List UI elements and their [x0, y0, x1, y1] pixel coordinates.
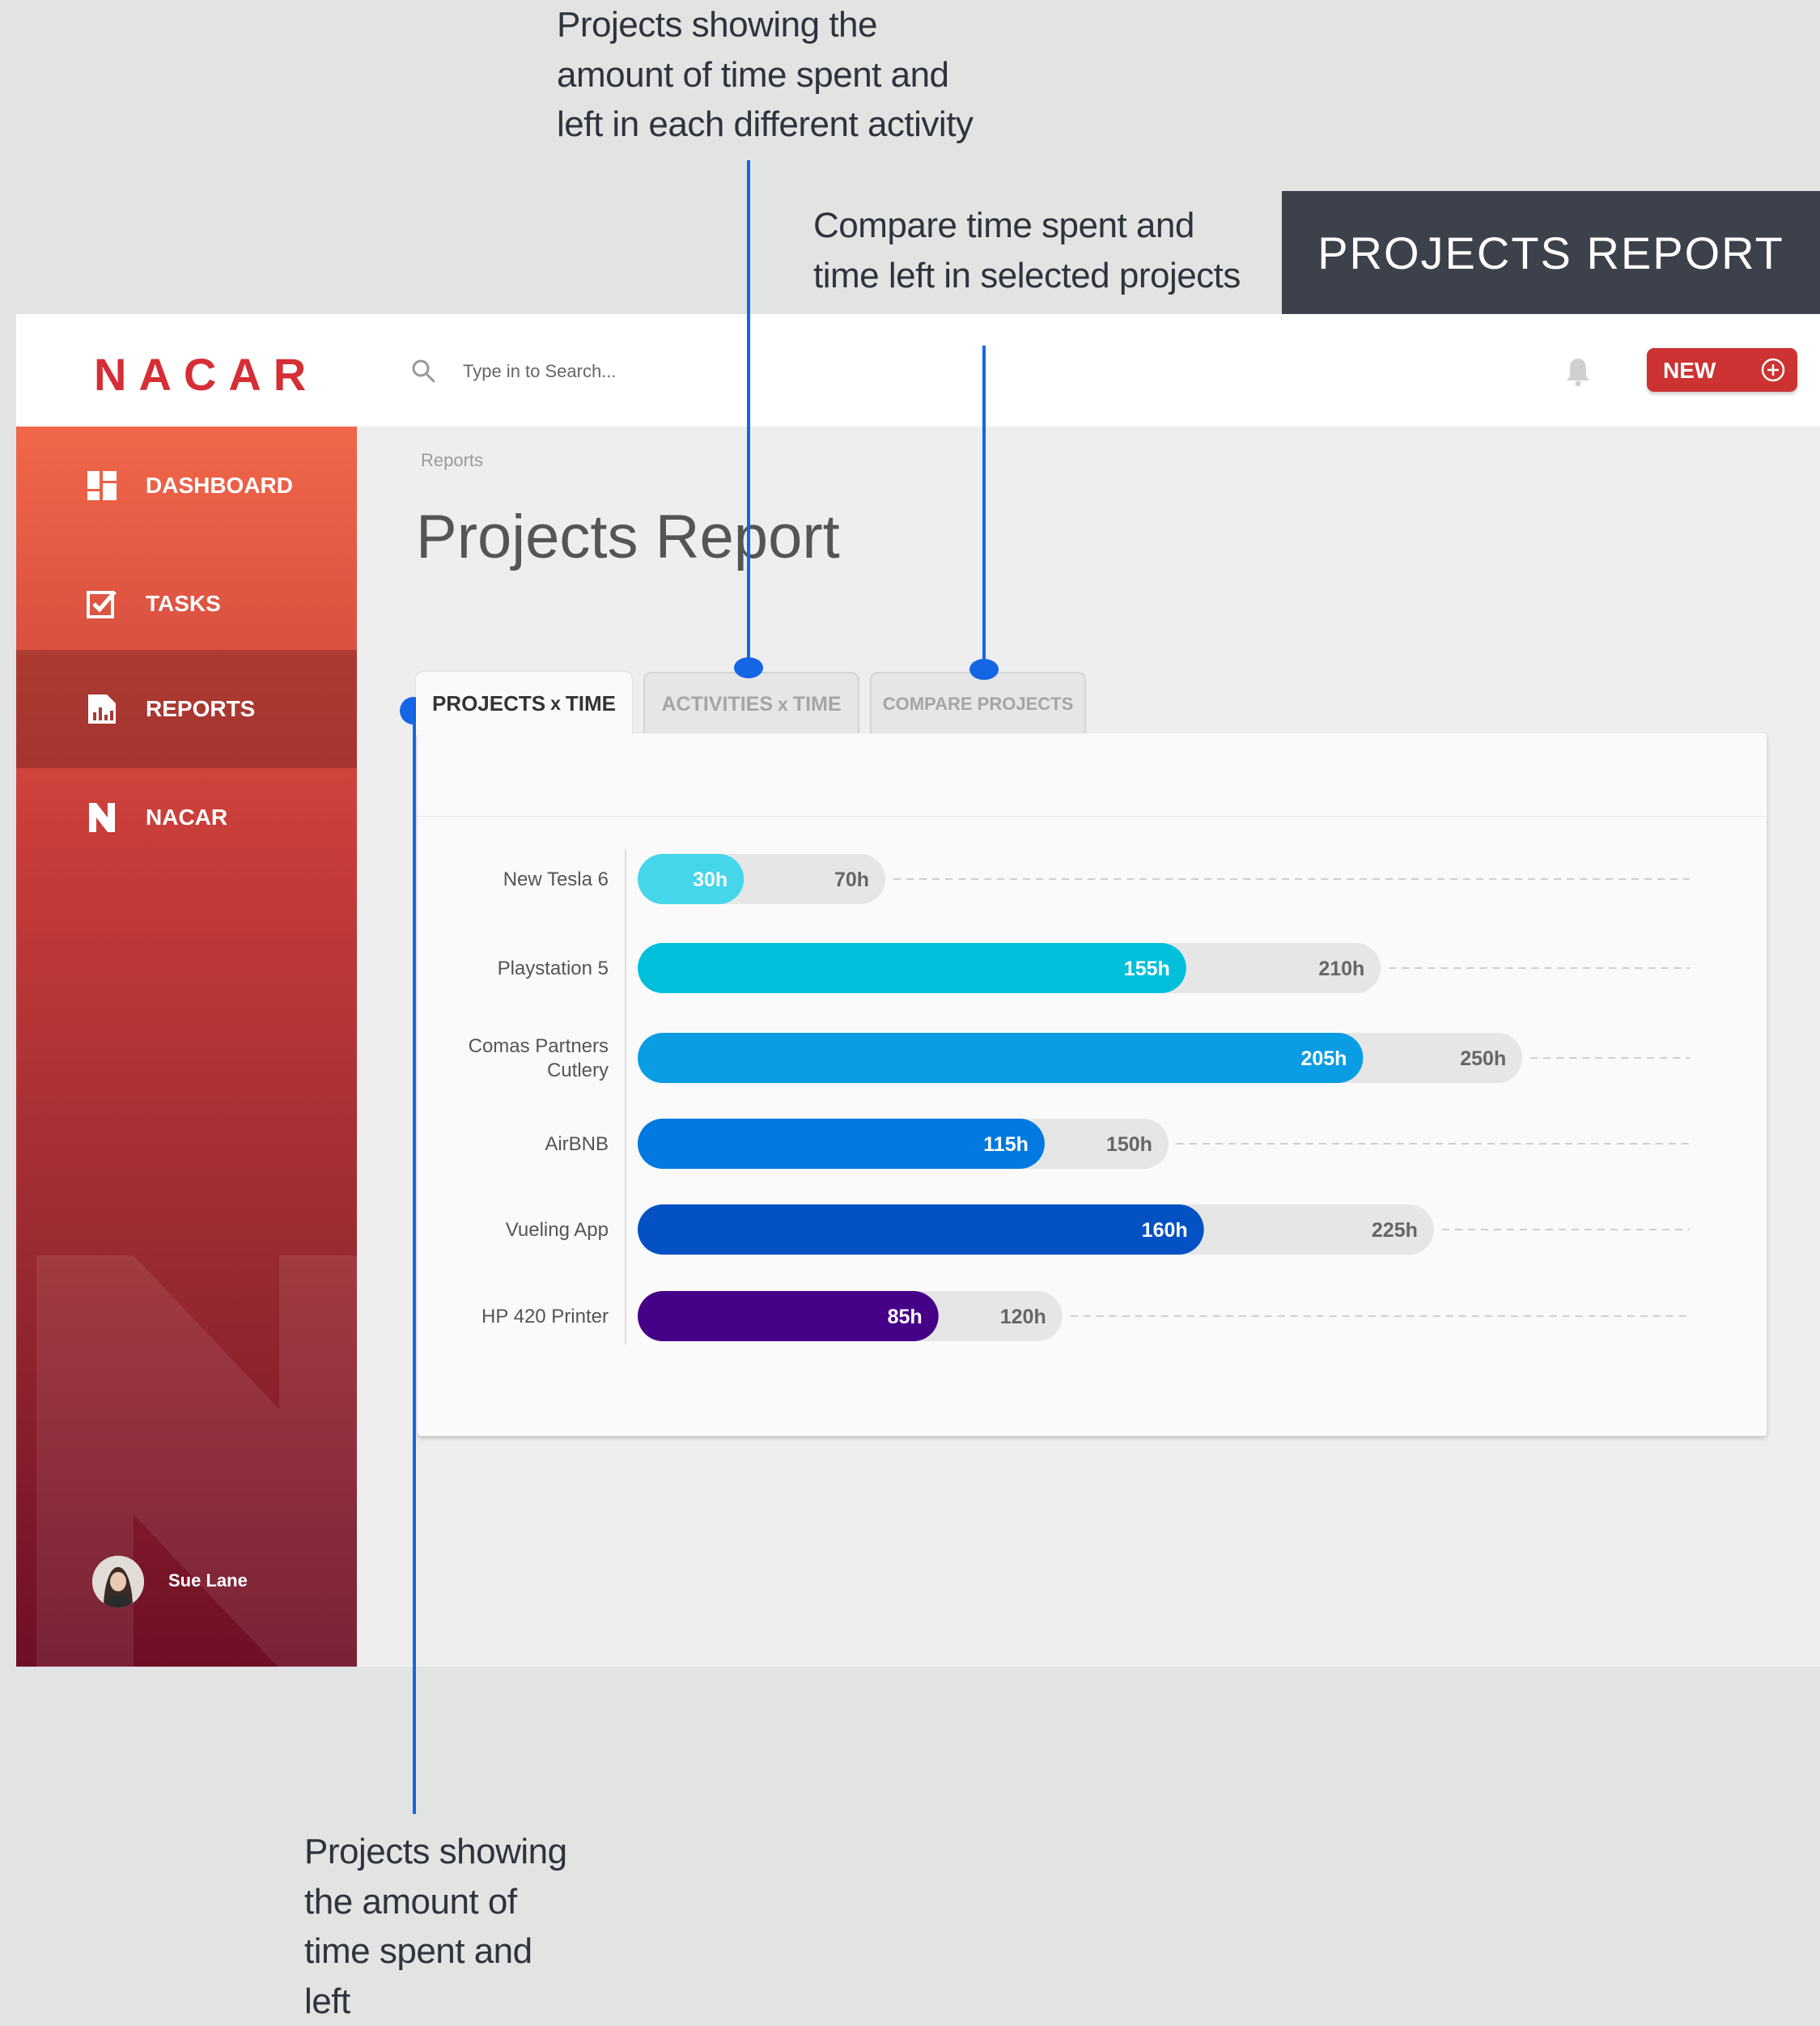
annotation-line: Projects showing the	[557, 5, 878, 45]
annotation-line: Projects showing	[304, 1832, 567, 1871]
annotation-line: the amount of	[304, 1881, 517, 1922]
plus-circle-icon	[1761, 358, 1785, 382]
breadcrumb[interactable]: Reports	[421, 450, 483, 471]
reports-icon	[88, 694, 116, 724]
annotation-line: left	[304, 1981, 350, 2021]
chart-category-label: Vueling App	[506, 1219, 609, 1241]
chart-data-label-spent: 30h	[693, 869, 728, 891]
annotation-line: time spent and	[304, 1931, 532, 1972]
annotation-line: amount of time spent and	[557, 54, 949, 95]
chart-card: 30h 70h New Tesla 6 155h 210h Playstation 5 20…	[418, 733, 1767, 1436]
chart-data-label-total: 225h	[1372, 1219, 1418, 1242]
page-title: Projects Report	[416, 503, 840, 571]
bell-icon[interactable]	[1564, 356, 1592, 387]
report-banner: PROJECTS REPORT	[1282, 191, 1820, 314]
tab-label: TIME	[565, 690, 617, 716]
annotation-compare-tab: Compare time spent and time left in sele…	[813, 201, 1266, 300]
chart-data-label-total: 210h	[1318, 958, 1364, 980]
sidebar-item-nacar[interactable]: NACAR	[16, 758, 357, 877]
annotation-projects-tab: Projects showing the amount of time spen…	[304, 1827, 571, 2026]
nacar-logo: NACAR	[94, 349, 319, 400]
chart-category-label: Comas Partners	[469, 1035, 609, 1057]
tab-label: TIME	[792, 692, 842, 716]
sidebar-item-label: NACAR	[146, 805, 228, 830]
sidebar-item-label: REPORTS	[146, 696, 256, 721]
annotation-line: left in each different activity	[557, 104, 974, 145]
tasks-icon	[87, 590, 117, 618]
sidebar-item-label: TASKS	[146, 591, 221, 616]
chart-bar-spent	[638, 1033, 1364, 1083]
top-bar: NACAR NEW	[16, 314, 1820, 427]
search-icon[interactable]	[410, 358, 436, 384]
search-input[interactable]	[461, 355, 869, 389]
chart-bar-spent	[638, 1204, 1204, 1255]
tab-label: COMPARE PROJECTS	[882, 694, 1074, 714]
user-name: Sue Lane	[168, 1570, 248, 1591]
sidebar: DASHBOARD TASKS REPORTS NACAR Sue Lane	[16, 427, 357, 1667]
tab-label: ACTIVITIES	[661, 692, 773, 716]
chart-category-label: Playstation 5	[498, 958, 609, 979]
annotation-line: time left in selected projects	[813, 255, 1241, 295]
chart-data-label-spent: 160h	[1142, 1219, 1188, 1242]
chart-data-label-total: 150h	[1106, 1133, 1152, 1156]
sidebar-item-dashboard[interactable]: DASHBOARD	[16, 427, 357, 545]
annotation-connector-line	[982, 346, 986, 669]
new-button-label: NEW	[1663, 358, 1716, 383]
chart-category-label: AirBNB	[545, 1133, 609, 1155]
sidebar-item-tasks[interactable]: TASKS	[16, 545, 357, 663]
sidebar-item-reports[interactable]: REPORTS	[16, 650, 357, 768]
annotation-connector-line	[413, 708, 416, 1814]
tab-compare-projects[interactable]: COMPARE PROJECTS	[870, 672, 1086, 735]
sidebar-watermark-n	[36, 1255, 357, 1667]
annotation-line: Compare time spent and	[813, 206, 1194, 245]
chart-bar-spent	[638, 854, 745, 904]
sidebar-item-label: DASHBOARD	[146, 473, 293, 498]
app-window: NACAR NEW	[16, 314, 1820, 1667]
nacar-logo-icon	[89, 803, 115, 832]
projects-time-chart: 30h 70h New Tesla 6 155h 210h Playstation 5 20…	[469, 849, 1690, 1344]
chart-data-label-spent: 115h	[983, 1133, 1029, 1156]
chart-data-label-total: 70h	[834, 869, 869, 891]
new-button[interactable]: NEW	[1647, 348, 1797, 392]
annotation-connector-dot	[734, 657, 763, 678]
tab-label-separator: x	[778, 693, 788, 715]
annotation-connector-dot	[969, 659, 999, 680]
annotation-activities-tab: Projects showing the amount of time spen…	[557, 0, 1010, 150]
chart-bar-spent	[638, 943, 1186, 993]
chart-data-label-spent: 155h	[1124, 958, 1170, 980]
user-photo	[92, 1556, 144, 1608]
chart-data-label-total: 120h	[1000, 1306, 1046, 1328]
tab-projects-x-time[interactable]: PROJECTS x TIME	[416, 672, 632, 735]
tab-label-separator: x	[550, 692, 561, 714]
chart-category-label: Cutlery	[547, 1060, 609, 1081]
tab-label: PROJECTS	[431, 690, 546, 716]
annotation-connector-line	[747, 160, 750, 667]
chart-data-label-spent: 205h	[1300, 1047, 1347, 1070]
chart-category-label: HP 420 Printer	[482, 1306, 609, 1327]
chart-category-label: New Tesla 6	[503, 869, 609, 890]
chart-data-label-total: 250h	[1460, 1047, 1506, 1070]
dashboard-icon	[87, 471, 117, 500]
tab-activities-x-time[interactable]: ACTIVITIES x TIME	[643, 672, 859, 735]
chart-data-label-spent: 85h	[888, 1306, 923, 1328]
avatar[interactable]	[92, 1556, 144, 1608]
